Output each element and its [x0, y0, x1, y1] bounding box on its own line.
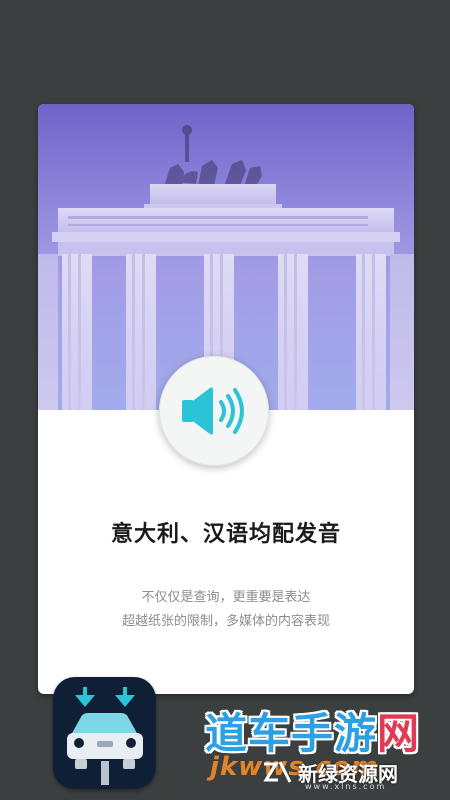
- app-logo-icon: [53, 677, 156, 789]
- description-line-1: 不仅仅是查询，更重要是表达: [141, 590, 311, 605]
- watermark-small-url: www.xlns.com: [305, 782, 387, 791]
- description-line-2: 超越纸张的限制，多媒体的内容表现: [121, 614, 330, 629]
- feature-description: 不仅仅是查询，更重要是表达 超越纸张的限制，多媒体的内容表现: [38, 586, 414, 634]
- watermark-blue-text: 道车手游: [205, 709, 378, 758]
- play-audio-button[interactable]: [159, 356, 269, 466]
- speaker-volume-icon: [182, 387, 244, 435]
- watermark-red-text: 网: [377, 709, 421, 758]
- feature-card: 意大利、汉语均配发音 不仅仅是查询，更重要是表达 超越纸张的限制，多媒体的内容表…: [38, 104, 414, 694]
- feature-headline: 意大利、汉语均配发音: [110, 522, 341, 547]
- watermark-logo-icon: [263, 761, 292, 783]
